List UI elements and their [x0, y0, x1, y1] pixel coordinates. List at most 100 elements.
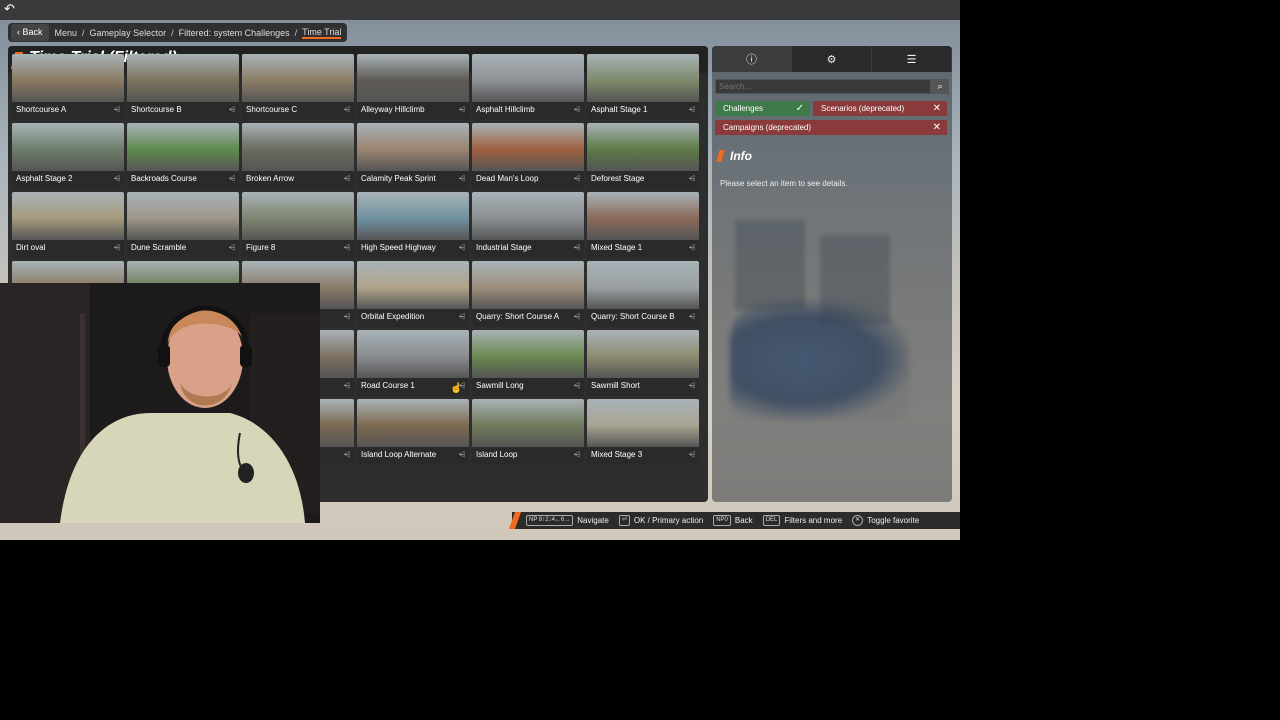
share-icon[interactable]: ⩤	[689, 243, 695, 253]
challenge-tile[interactable]: Shortcourse C ⩤	[242, 54, 354, 120]
tab-garage[interactable]: ⚙	[792, 46, 872, 72]
share-icon[interactable]: ⩤	[229, 105, 235, 115]
challenge-tile[interactable]: Figure 8 ⩤	[242, 192, 354, 258]
challenge-tile[interactable]: High Speed Highway ⩤	[357, 192, 469, 258]
tile-label: Sawmill Short	[591, 381, 640, 390]
tile-label: Shortcourse B	[131, 105, 182, 114]
breadcrumb-item-gameplay-selector[interactable]: Gameplay Selector	[90, 28, 167, 38]
challenge-tile[interactable]: Industrial Stage ⩤	[472, 192, 584, 258]
tile-label: Asphalt Stage 2	[16, 174, 73, 183]
challenge-tile[interactable]: Shortcourse A ⩤	[12, 54, 124, 120]
tile-thumbnail	[242, 123, 354, 171]
filter-chip-challenges[interactable]: Challenges ✓	[715, 101, 810, 116]
challenge-tile[interactable]: Sawmill Long ⩤	[472, 330, 584, 396]
hint-favorite: Toggle favorite	[867, 516, 920, 525]
search-icon[interactable]: ⌕	[931, 79, 949, 94]
share-icon[interactable]: ⩤	[344, 105, 350, 115]
back-button[interactable]: ‹ Back	[11, 24, 49, 41]
tile-thumbnail	[357, 399, 469, 447]
share-icon[interactable]: ⩤	[344, 312, 350, 322]
challenge-tile[interactable]: Quarry: Short Course A ⩤	[472, 261, 584, 327]
undo-icon[interactable]: ↶	[4, 2, 18, 16]
share-icon[interactable]: ⩤	[344, 381, 350, 391]
share-icon[interactable]: ⩤	[689, 105, 695, 115]
share-icon[interactable]: ⩤	[459, 450, 465, 460]
share-icon[interactable]: ⩤	[574, 174, 580, 184]
challenge-tile[interactable]: Quarry: Short Course B ⩤	[587, 261, 699, 327]
share-icon[interactable]: ⩤	[459, 243, 465, 253]
share-icon[interactable]: ⩤	[689, 450, 695, 460]
challenge-tile[interactable]: Calamity Peak Sprint ⩤	[357, 123, 469, 189]
top-bar: ↶	[0, 0, 960, 20]
challenge-tile[interactable]: Island Loop Alternate ⩤	[357, 399, 469, 465]
tile-label: Island Loop	[476, 450, 518, 459]
share-icon[interactable]: ⩤	[689, 174, 695, 184]
challenge-tile[interactable]: Asphalt Stage 1 ⩤	[587, 54, 699, 120]
challenge-tile[interactable]: Orbital Expedition ⩤	[357, 261, 469, 327]
share-icon[interactable]: ⩤	[114, 174, 120, 184]
share-icon[interactable]: ⩤	[344, 174, 350, 184]
challenge-tile[interactable]: Mixed Stage 3 ⩤	[587, 399, 699, 465]
challenge-tile[interactable]: Island Loop ⩤	[472, 399, 584, 465]
challenge-tile[interactable]: Deforest Stage ⩤	[587, 123, 699, 189]
tab-filters[interactable]: ☰	[872, 46, 952, 72]
chip-label: Scenarios (deprecated)	[821, 104, 905, 113]
tile-thumbnail	[587, 54, 699, 102]
close-icon[interactable]: ✕	[933, 120, 941, 135]
tile-thumbnail	[357, 54, 469, 102]
challenge-tile[interactable]: Asphalt Stage 2 ⩤	[12, 123, 124, 189]
sliders-icon: ☰	[906, 53, 917, 66]
breadcrumb-item-time-trial[interactable]: Time Trial	[302, 27, 342, 39]
filter-chip-scenarios[interactable]: Scenarios (deprecated) ✕	[813, 101, 947, 116]
share-icon[interactable]: ⩤	[574, 450, 580, 460]
tile-thumbnail	[587, 399, 699, 447]
share-icon[interactable]: ⩤	[459, 105, 465, 115]
share-icon[interactable]: ⩤	[459, 312, 465, 322]
challenge-tile[interactable]: Dead Man's Loop ⩤	[472, 123, 584, 189]
tile-thumbnail	[127, 54, 239, 102]
mouse-cursor-icon: ☝	[450, 383, 463, 394]
share-icon[interactable]: ⩤	[689, 381, 695, 391]
share-icon[interactable]: ⩤	[344, 450, 350, 460]
challenge-tile[interactable]: Dirt oval ⩤	[12, 192, 124, 258]
search-input[interactable]	[715, 79, 931, 94]
breadcrumb-separator: /	[82, 27, 85, 38]
webcam-overlay	[0, 283, 320, 523]
share-icon[interactable]: ⩤	[574, 243, 580, 253]
chip-label: Campaigns (deprecated)	[723, 123, 812, 132]
share-icon[interactable]: ⩤	[574, 312, 580, 322]
share-icon[interactable]: ⩤	[459, 174, 465, 184]
tile-label: Sawmill Long	[476, 381, 524, 390]
share-icon[interactable]: ⩤	[574, 381, 580, 391]
challenge-tile[interactable]: Backroads Course ⩤	[127, 123, 239, 189]
share-icon[interactable]: ⩤	[229, 174, 235, 184]
share-icon[interactable]: ⩤	[689, 312, 695, 322]
share-icon[interactable]: ⩤	[229, 243, 235, 253]
tile-label: Shortcourse A	[16, 105, 67, 114]
challenge-tile[interactable]: Dune Scramble ⩤	[127, 192, 239, 258]
share-icon[interactable]: ⩤	[344, 243, 350, 253]
share-icon[interactable]: ⩤	[114, 243, 120, 253]
back-key: NP0	[713, 515, 731, 526]
close-icon[interactable]: ✕	[933, 101, 941, 116]
info-side-panel: ⓘ ⚙ ☰ ⌕ Challenges ✓ Scenarios (deprecat…	[712, 46, 952, 502]
challenge-tile[interactable]: Mixed Stage 1 ⩤	[587, 192, 699, 258]
challenge-tile[interactable]: Broken Arrow ⩤	[242, 123, 354, 189]
hint-back: Back	[734, 516, 753, 525]
side-tabs: ⓘ ⚙ ☰	[712, 46, 952, 72]
share-icon[interactable]: ⩤	[114, 105, 120, 115]
filter-chip-campaigns[interactable]: Campaigns (deprecated) ✕	[715, 120, 947, 135]
tile-label: Backroads Course	[131, 174, 197, 183]
breadcrumb-item-filtered[interactable]: Filtered: system Challenges	[179, 28, 290, 38]
challenge-tile[interactable]: Sawmill Short ⩤	[587, 330, 699, 396]
tile-thumbnail	[472, 123, 584, 171]
challenge-tile[interactable]: Shortcourse B ⩤	[127, 54, 239, 120]
tile-thumbnail	[357, 192, 469, 240]
challenge-tile[interactable]: Alleyway Hillclimb ⩤	[357, 54, 469, 120]
tile-label: Alleyway Hillclimb	[361, 105, 425, 114]
tile-label: Broken Arrow	[246, 174, 295, 183]
share-icon[interactable]: ⩤	[574, 105, 580, 115]
tab-info[interactable]: ⓘ	[712, 46, 792, 72]
breadcrumb-item-menu[interactable]: Menu	[55, 28, 78, 38]
challenge-tile[interactable]: Asphalt Hillclimb ⩤	[472, 54, 584, 120]
